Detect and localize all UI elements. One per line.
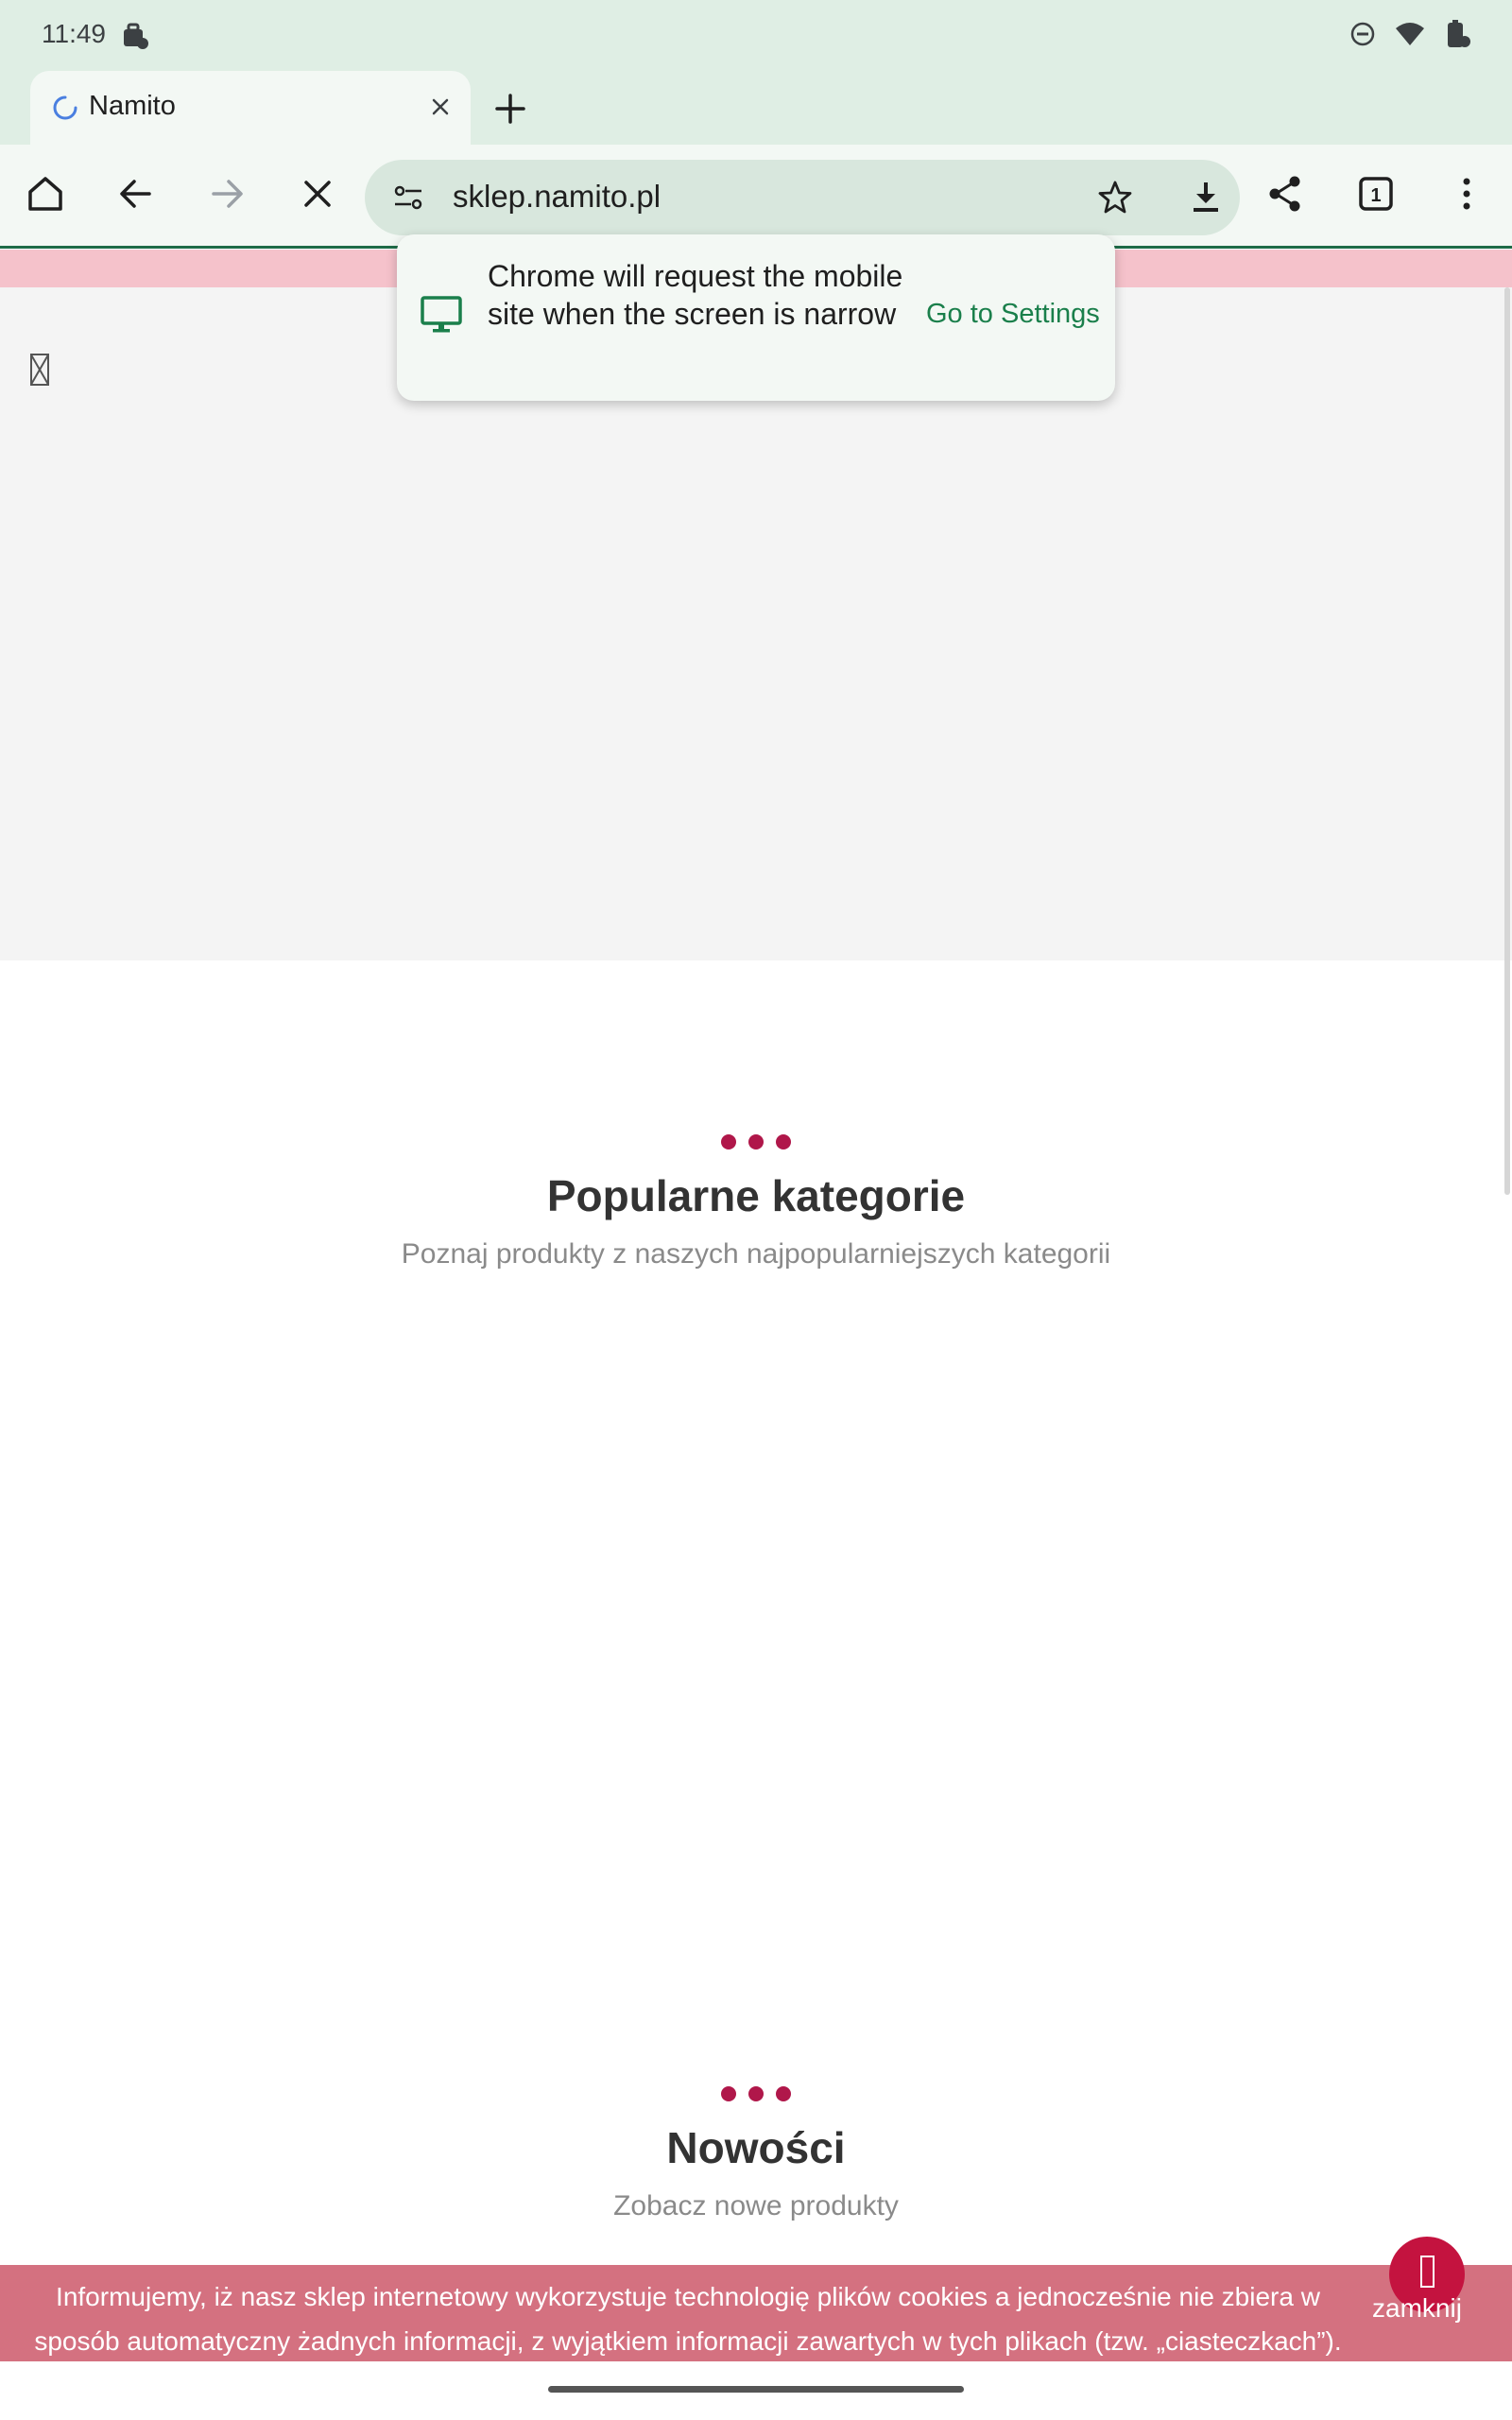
address-bar[interactable]: sklep.namito.pl: [365, 160, 1240, 235]
close-icon[interactable]: [423, 90, 457, 124]
back-button[interactable]: [110, 167, 163, 220]
scrollbar[interactable]: [1504, 287, 1510, 1195]
status-bar: 11:49: [0, 0, 1512, 71]
plus-icon: [495, 94, 525, 124]
close-glyph-icon: [1420, 2256, 1435, 2288]
tab-title: Namito: [89, 91, 176, 121]
go-to-settings-button[interactable]: Go to Settings: [926, 299, 1100, 330]
menu-icon: [1463, 178, 1470, 210]
briefcase-icon: [121, 21, 149, 51]
home-indicator[interactable]: [548, 2386, 964, 2393]
tab-namito[interactable]: Namito: [30, 71, 471, 145]
dnd-icon: [1349, 21, 1376, 47]
tab-strip: Namito: [0, 71, 1512, 145]
new-tab-button[interactable]: [490, 88, 531, 130]
broken-image-icon: [30, 354, 49, 386]
section-title: Nowości: [666, 2123, 846, 2172]
section-popular-categories: Popularne kategorie Poznaj produkty z na…: [0, 1134, 1512, 1270]
stop-loading-button[interactable]: [291, 167, 344, 220]
loading-spinner-icon: [51, 94, 79, 122]
share-icon: [1269, 176, 1300, 212]
tab-switcher-button[interactable]: 1: [1349, 167, 1402, 220]
home-button[interactable]: [19, 167, 72, 220]
share-button[interactable]: [1259, 167, 1312, 220]
cookie-text: Informujemy, iż nasz sklep internetowy w…: [34, 2282, 1342, 2356]
browser-toolbar: sklep.namito.pl 1: [0, 145, 1512, 249]
section-subtitle: Zobacz nowe produkty: [613, 2190, 899, 2221]
section-subtitle: Poznaj produkty z naszych najpopularniej…: [401, 1238, 1111, 1270]
tab-count: 1: [1370, 185, 1381, 206]
cookie-close-label[interactable]: zamknij: [1372, 2293, 1462, 2324]
web-page: Popularne kategorie Poznaj produkty z na…: [0, 250, 1512, 2420]
cookie-banner: Informujemy, iż nasz sklep internetowy w…: [0, 2237, 1512, 2361]
desktop-monitor-icon: [420, 295, 463, 337]
home-icon: [28, 177, 62, 211]
battery-icon: [1444, 19, 1472, 49]
url-text[interactable]: sklep.namito.pl: [453, 179, 661, 215]
popup-message: Chrome will request the mobile site when…: [488, 259, 903, 331]
section-new-products: Nowości Zobacz nowe produkty: [0, 2086, 1512, 2222]
forward-button[interactable]: [200, 167, 253, 220]
wifi-icon: [1395, 21, 1425, 47]
status-time: 11:49: [42, 19, 106, 48]
tab-switcher-icon: 1: [1359, 177, 1393, 211]
forward-icon: [212, 180, 243, 208]
section-dots-decoration: [0, 2086, 1512, 2101]
mobile-site-popup: Chrome will request the mobile site when…: [397, 234, 1115, 401]
back-icon: [120, 180, 151, 208]
section-title: Popularne kategorie: [546, 1171, 966, 1220]
site-settings-icon[interactable]: [391, 181, 425, 215]
stop-icon: [304, 181, 331, 207]
section-dots-decoration: [0, 1134, 1512, 1150]
download-icon[interactable]: [1185, 177, 1227, 218]
bookmark-star-icon[interactable]: [1096, 179, 1134, 216]
menu-button[interactable]: [1440, 167, 1493, 220]
